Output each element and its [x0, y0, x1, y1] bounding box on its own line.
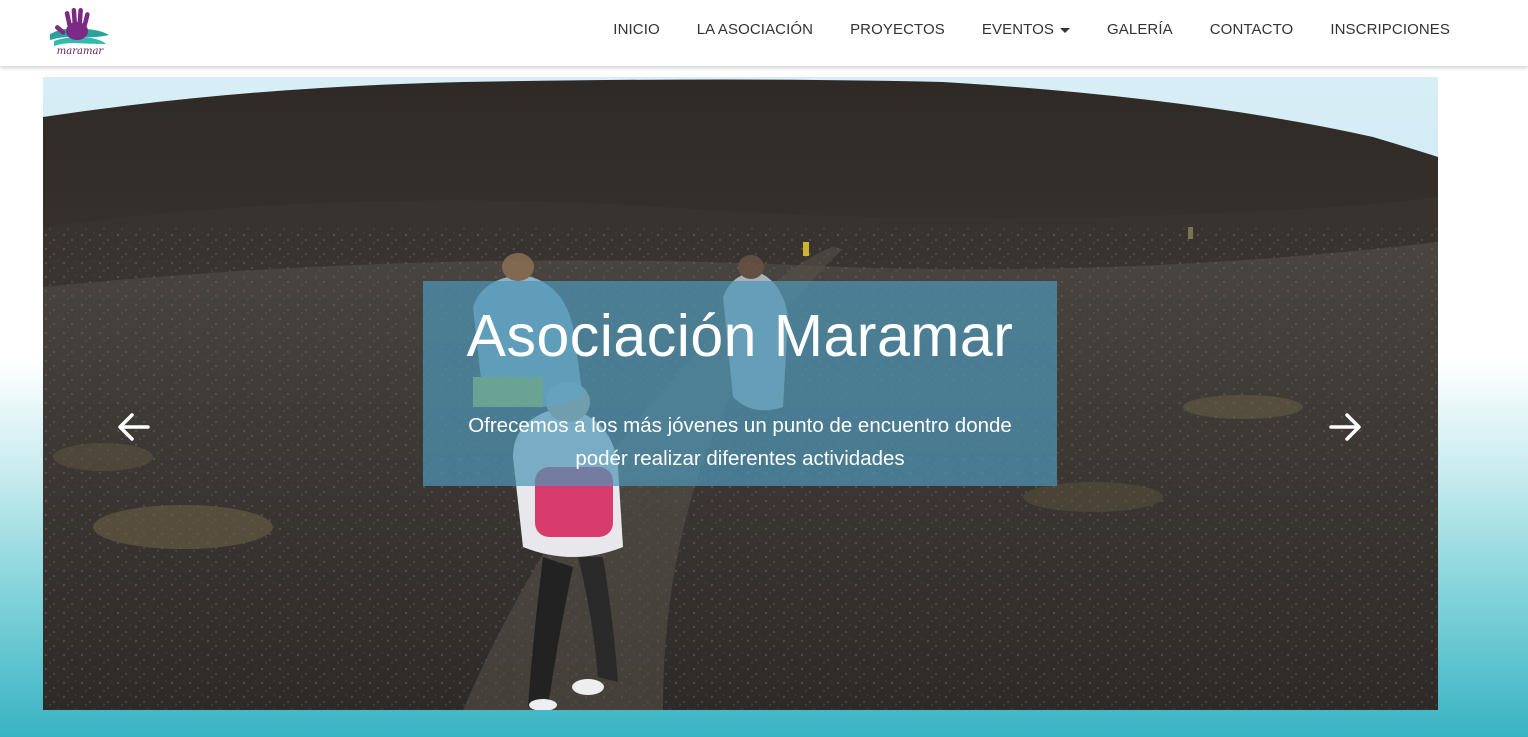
- nav-item-label: LA ASOCIACIÓN: [696, 20, 814, 38]
- hero-subtitle: Ofrecemos a los más jóvenes un punto de …: [468, 414, 1012, 470]
- arrow-right-icon: [1329, 413, 1361, 441]
- hero-title: Asociación Maramar: [466, 303, 1014, 369]
- nav-item-proyectos[interactable]: PROYECTOS: [850, 21, 945, 38]
- nav-item-label: EVENTOS: [981, 20, 1055, 38]
- svg-text:maramar: maramar: [57, 46, 105, 57]
- top-navbar: maramar INICIO LA ASOCIACIÓN PROYECTOS E…: [0, 0, 1528, 66]
- nav-item-label: PROYECTOS: [850, 20, 945, 38]
- carousel-prev-button[interactable]: [115, 410, 151, 444]
- main-nav: INICIO LA ASOCIACIÓN PROYECTOS EVENTOS G…: [613, 0, 1450, 58]
- caret-down-icon: [1060, 27, 1071, 33]
- nav-item-label: INSCRIPCIONES: [1330, 20, 1450, 38]
- nav-item-label: INICIO: [613, 20, 660, 38]
- nav-item-eventos-dropdown[interactable]: EVENTOS: [981, 20, 1071, 38]
- nav-item-contacto[interactable]: CONTACTO: [1210, 21, 1294, 38]
- nav-item-galeria[interactable]: GALERÍA: [1107, 21, 1173, 38]
- nav-item-label: GALERÍA: [1107, 20, 1173, 38]
- site-logo[interactable]: maramar: [46, 4, 112, 58]
- hero-caption-box: Asociación Maramar Ofrecemos a los más j…: [423, 281, 1057, 486]
- hero-carousel: Asociación Maramar Ofrecemos a los más j…: [43, 77, 1438, 710]
- arrow-left-icon: [118, 413, 150, 441]
- handprint-logo-icon: maramar: [50, 7, 109, 57]
- nav-item-label: CONTACTO: [1209, 20, 1294, 38]
- carousel-next-button[interactable]: [1328, 410, 1364, 444]
- nav-item-inscripciones[interactable]: INSCRIPCIONES: [1330, 21, 1450, 38]
- nav-item-inicio[interactable]: INICIO: [613, 21, 659, 38]
- nav-item-la-asociacion[interactable]: LA ASOCIACIÓN: [697, 21, 813, 38]
